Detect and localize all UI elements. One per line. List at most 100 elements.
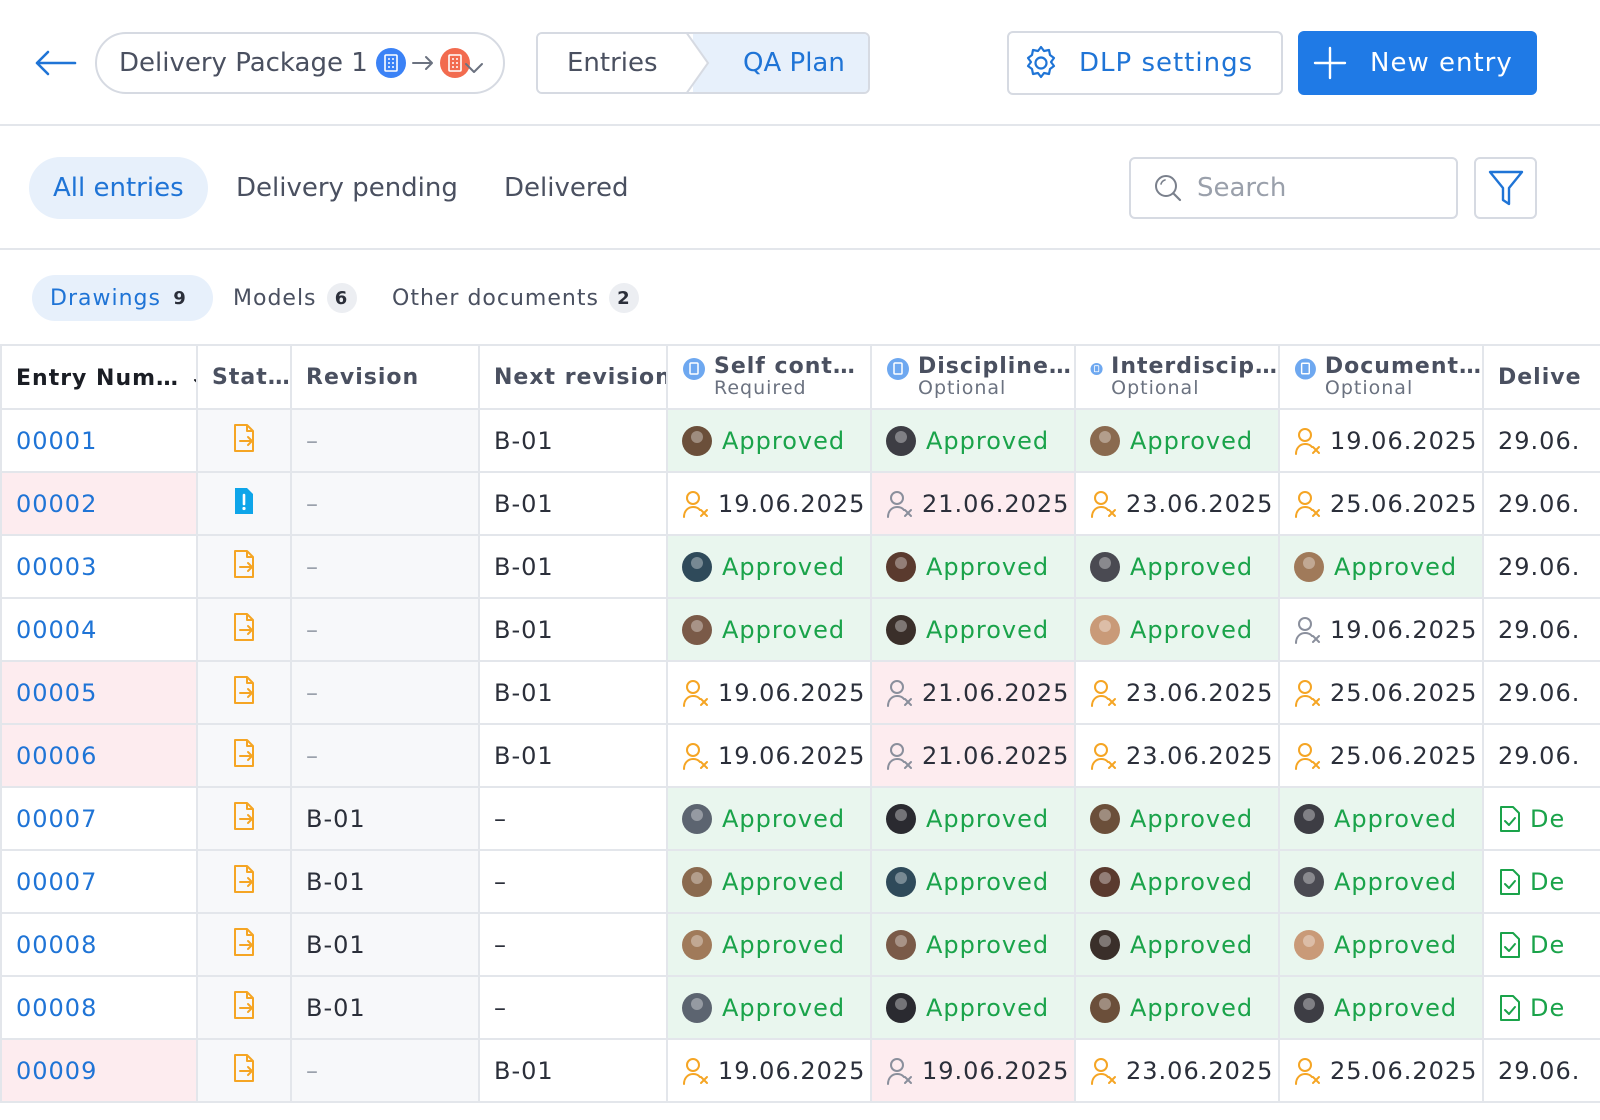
column-entry-number[interactable]: Entry Num… [0, 344, 198, 410]
entry-number-link[interactable]: 00005 [0, 660, 198, 725]
status-cell[interactable] [196, 1038, 292, 1103]
check-cell[interactable]: 25.06.2025 [1278, 723, 1484, 788]
check-cell[interactable]: 21.06.2025 [870, 723, 1076, 788]
filter-button[interactable] [1474, 157, 1537, 219]
check-cell[interactable]: 25.06.2025 [1278, 471, 1484, 536]
check-cell[interactable]: Approved [666, 534, 872, 599]
delivery-cell[interactable]: De [1482, 912, 1600, 977]
entry-number-link[interactable]: 00009 [0, 1038, 198, 1103]
check-cell[interactable]: Approved [1074, 597, 1280, 662]
check-cell[interactable]: Approved [1278, 849, 1484, 914]
doc-tab-other-documents[interactable]: Other documents 2 [392, 275, 639, 321]
check-cell[interactable]: 19.06.2025 [870, 1038, 1076, 1103]
breadcrumb-entries[interactable]: Entries [538, 34, 693, 92]
table-row[interactable]: 00007 B-01– Approved Approved Approved Approv… [0, 849, 1600, 914]
dlp-settings-button[interactable]: DLP settings [1007, 31, 1283, 95]
check-cell[interactable]: Approved [870, 975, 1076, 1040]
check-cell[interactable]: Approved [666, 849, 872, 914]
check-cell[interactable]: 19.06.2025 [1278, 408, 1484, 473]
status-cell[interactable] [196, 660, 292, 725]
delivery-cell[interactable]: De [1482, 849, 1600, 914]
entry-number-link[interactable]: 00008 [0, 912, 198, 977]
entry-number-link[interactable]: 00007 [0, 849, 198, 914]
table-row[interactable]: 00003 – B-01 Approved Approved Approved Approv… [0, 534, 1600, 599]
status-cell[interactable] [196, 534, 292, 599]
check-cell[interactable]: 19.06.2025 [666, 723, 872, 788]
check-cell[interactable]: Approved [666, 408, 872, 473]
column-document[interactable]: Document… Optional [1278, 344, 1484, 410]
check-cell[interactable]: Approved [666, 786, 872, 851]
check-cell[interactable]: 23.06.2025 [1074, 1038, 1280, 1103]
status-cell[interactable] [196, 597, 292, 662]
breadcrumb-qa-plan[interactable]: QA Plan [693, 34, 868, 92]
entry-number-link[interactable]: 00002 [0, 471, 198, 536]
entry-number-link[interactable]: 00007 [0, 786, 198, 851]
delivery-cell[interactable]: 29.06. [1482, 597, 1600, 662]
check-cell[interactable]: 23.06.2025 [1074, 471, 1280, 536]
tab-delivered[interactable]: Delivered [504, 157, 628, 219]
search-input[interactable] [1197, 173, 1437, 203]
delivery-package-select[interactable]: Delivery Package 1 [95, 32, 505, 94]
check-cell[interactable]: 19.06.2025 [666, 1038, 872, 1103]
check-cell[interactable]: Approved [666, 597, 872, 662]
delivery-cell[interactable]: 29.06. [1482, 471, 1600, 536]
check-cell[interactable]: Approved [1278, 534, 1484, 599]
check-cell[interactable]: Approved [1074, 534, 1280, 599]
check-cell[interactable]: Approved [1278, 975, 1484, 1040]
table-row[interactable]: 00008 B-01– Approved Approved Approved Approv… [0, 912, 1600, 977]
entry-number-link[interactable]: 00004 [0, 597, 198, 662]
status-cell[interactable] [196, 975, 292, 1040]
check-cell[interactable]: Approved [1278, 912, 1484, 977]
check-cell[interactable]: 19.06.2025 [666, 471, 872, 536]
check-cell[interactable]: Approved [870, 849, 1076, 914]
doc-tab-models[interactable]: Models 6 [233, 275, 357, 321]
delivery-cell[interactable]: 29.06. [1482, 534, 1600, 599]
status-cell[interactable] [196, 849, 292, 914]
status-cell[interactable] [196, 723, 292, 788]
status-cell[interactable] [196, 408, 292, 473]
table-row[interactable]: 00001 – B-01 Approved Approved Approved 19.06.… [0, 408, 1600, 473]
delivery-cell[interactable]: 29.06. [1482, 1038, 1600, 1103]
check-cell[interactable]: 25.06.2025 [1278, 1038, 1484, 1103]
delivery-cell[interactable]: 29.06. [1482, 660, 1600, 725]
table-row[interactable]: 00004 – B-01 Approved Approved Approved 19.06.… [0, 597, 1600, 662]
check-cell[interactable]: Approved [870, 597, 1076, 662]
check-cell[interactable]: Approved [1074, 975, 1280, 1040]
column-status[interactable]: Stat… [196, 344, 292, 410]
status-cell[interactable] [196, 471, 292, 536]
status-cell[interactable] [196, 912, 292, 977]
check-cell[interactable]: 21.06.2025 [870, 660, 1076, 725]
table-row[interactable]: 00008 B-01– Approved Approved Approved Approv… [0, 975, 1600, 1040]
back-button[interactable] [30, 40, 80, 86]
tab-delivery-pending[interactable]: Delivery pending [236, 157, 458, 219]
column-next-revision[interactable]: Next revision [478, 344, 668, 410]
check-cell[interactable]: Approved [1278, 786, 1484, 851]
check-cell[interactable]: Approved [1074, 786, 1280, 851]
table-row[interactable]: 00005 – B-01 19.06.2025 21.06.2025 23.06.2025… [0, 660, 1600, 725]
check-cell[interactable]: Approved [666, 912, 872, 977]
check-cell[interactable]: 21.06.2025 [870, 471, 1076, 536]
doc-tab-drawings[interactable]: Drawings 9 [32, 275, 213, 321]
table-row[interactable]: 00009 – B-01 19.06.2025 19.06.2025 23.06.2025… [0, 1038, 1600, 1103]
table-row[interactable]: 00006 – B-01 19.06.2025 21.06.2025 23.06.2025… [0, 723, 1600, 788]
delivery-cell[interactable]: De [1482, 786, 1600, 851]
entry-number-link[interactable]: 00006 [0, 723, 198, 788]
check-cell[interactable]: Approved [870, 534, 1076, 599]
entry-number-link[interactable]: 00008 [0, 975, 198, 1040]
delivery-cell[interactable]: 29.06. [1482, 408, 1600, 473]
status-cell[interactable] [196, 786, 292, 851]
check-cell[interactable]: 19.06.2025 [1278, 597, 1484, 662]
tab-all-entries[interactable]: All entries [29, 157, 208, 219]
check-cell[interactable]: 23.06.2025 [1074, 723, 1280, 788]
entry-number-link[interactable]: 00001 [0, 408, 198, 473]
new-entry-button[interactable]: New entry [1298, 31, 1537, 95]
column-revision[interactable]: Revision [290, 344, 480, 410]
check-cell[interactable]: Approved [870, 786, 1076, 851]
check-cell[interactable]: Approved [666, 975, 872, 1040]
check-cell[interactable]: Approved [870, 912, 1076, 977]
column-interdisciplinary[interactable]: Interdiscip… Optional [1074, 344, 1280, 410]
check-cell[interactable]: Approved [1074, 849, 1280, 914]
check-cell[interactable]: 25.06.2025 [1278, 660, 1484, 725]
table-row[interactable]: 00002 – B-01 19.06.2025 21.06.2025 23.06.2025… [0, 471, 1600, 536]
check-cell[interactable]: Approved [870, 408, 1076, 473]
